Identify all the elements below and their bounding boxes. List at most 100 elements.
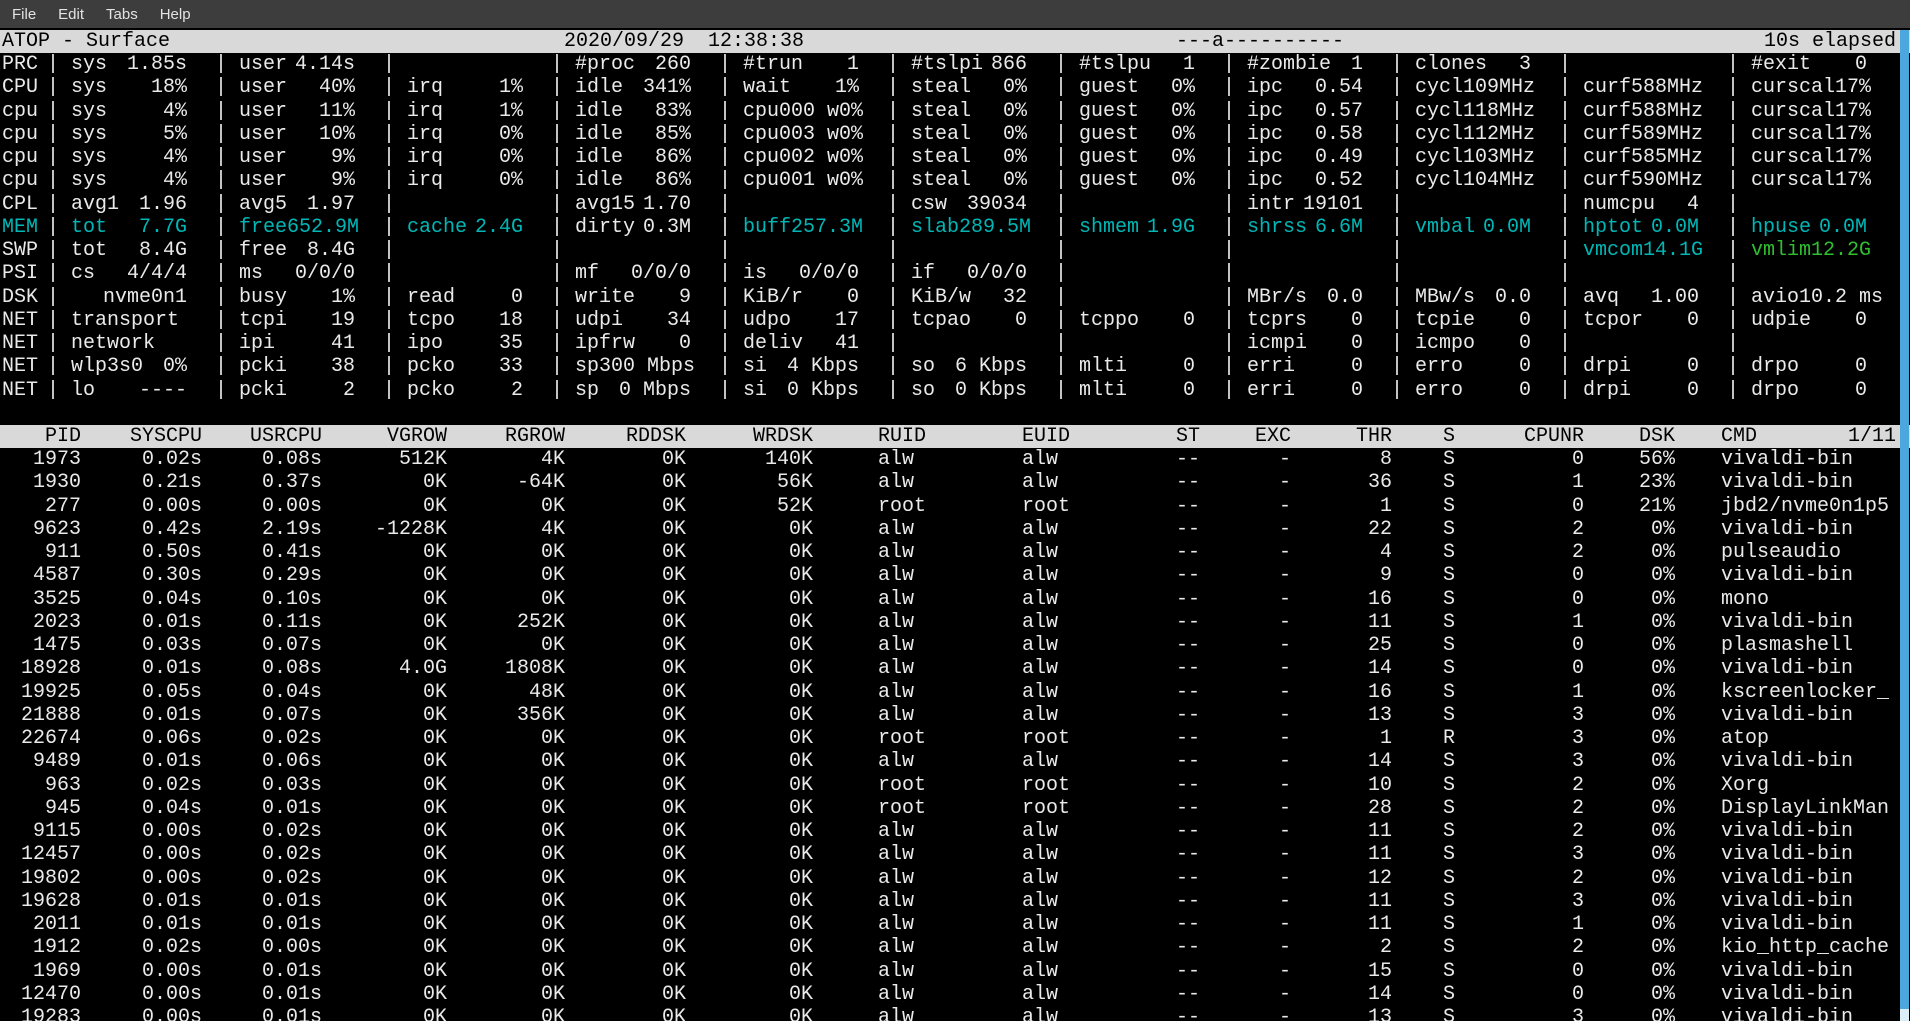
cell-thr: 15 xyxy=(1291,960,1392,984)
metric-key: idle xyxy=(575,76,623,100)
metric-mbr-s: MBr/s0.0 xyxy=(1247,286,1363,310)
metric-value: 0 xyxy=(1855,309,1867,333)
metric-value: 0% xyxy=(499,169,523,193)
cell-pid: 19802 xyxy=(0,867,81,891)
cell-st: -- xyxy=(1130,471,1200,495)
separator: | xyxy=(47,355,59,379)
metric-value: 0 xyxy=(847,286,859,310)
cell-pid: 1969 xyxy=(0,960,81,984)
separator: | xyxy=(383,169,395,193)
metric-cpu001-w: cpu001 w0% xyxy=(743,169,859,193)
cell-rddsk: 0K xyxy=(565,518,686,542)
cell-syscpu: 0.00s xyxy=(81,983,202,1007)
metric-label: NET xyxy=(2,379,38,403)
metric-key: tot xyxy=(71,216,107,240)
cell-dsk: 0% xyxy=(1584,704,1675,728)
process-row-pid-22674: 226740.06s0.02s0K0K0K0Krootroot---1R30%a… xyxy=(0,727,1910,751)
cell-dsk: 0% xyxy=(1584,960,1675,984)
cell-rddsk: 0K xyxy=(565,960,686,984)
cell-cpunr: 3 xyxy=(1455,890,1584,914)
cell-rddsk: 0K xyxy=(565,564,686,588)
metric-key: so xyxy=(911,355,935,379)
separator: | xyxy=(1727,216,1739,240)
metric-value: 589MHz xyxy=(1631,123,1703,147)
process-row-pid-2011: 20110.01s0.01s0K0K0K0Kalwalw---11S10%viv… xyxy=(0,913,1910,937)
cell-cpunr: 3 xyxy=(1455,1006,1584,1021)
cell-wrdsk: 0K xyxy=(686,1006,813,1021)
cell-cpunr: 1 xyxy=(1455,681,1584,705)
metric-label: cpu xyxy=(2,100,38,124)
cell-s: S xyxy=(1392,448,1455,472)
metric-free: free8.4G xyxy=(239,239,355,263)
process-row-pid-19283: 192830.00s0.01s0K0K0K0Kalwalw---13S30%vi… xyxy=(0,1006,1910,1021)
separator: | xyxy=(383,146,395,170)
separator: | xyxy=(1559,262,1571,286)
metric-user: user40% xyxy=(239,76,355,100)
cell-rddsk: 0K xyxy=(565,495,686,519)
metric-value: 341% xyxy=(643,76,691,100)
metric-idle: idle85% xyxy=(575,123,691,147)
metric-label: PSI xyxy=(2,262,38,286)
cell-vgrow: 0K xyxy=(322,867,447,891)
cell-usrcpu: 0.03s xyxy=(202,774,322,798)
cell-vgrow: 0K xyxy=(322,1006,447,1021)
cell-vgrow: 0K xyxy=(322,774,447,798)
metric-curf: curf588MHz xyxy=(1583,100,1699,124)
column-header-rgrow: RGROW xyxy=(447,425,565,448)
scrollbar[interactable] xyxy=(1900,30,1909,1021)
cell-syscpu: 0.03s xyxy=(81,634,202,658)
separator: | xyxy=(1391,355,1403,379)
separator: | xyxy=(1559,100,1571,124)
cell-pid: 2011 xyxy=(0,913,81,937)
metric-key: cpu003 w xyxy=(743,123,839,147)
cell-cmd: vivaldi-bin xyxy=(1721,890,1901,914)
separator: | xyxy=(383,379,395,403)
metric-value: 14.1G xyxy=(1643,239,1703,263)
metric-key: udpie xyxy=(1751,309,1811,333)
metric-key: curscal xyxy=(1751,76,1835,100)
menu-tabs[interactable]: Tabs xyxy=(106,6,138,23)
cell-vgrow: 0K xyxy=(322,634,447,658)
cell-thr: 14 xyxy=(1291,750,1392,774)
metric-value: 0.57 xyxy=(1315,100,1363,124)
metric-ms: ms0/0/0 xyxy=(239,262,355,286)
cell-pid: 911 xyxy=(0,541,81,565)
separator: | xyxy=(1727,309,1739,333)
menu-help[interactable]: Help xyxy=(160,6,191,23)
cell-rgrow: 0K xyxy=(447,727,565,751)
separator: | xyxy=(887,286,899,310)
separator: | xyxy=(215,76,227,100)
metric-key: guest xyxy=(1079,146,1139,170)
metric-value: 0 Kbps xyxy=(955,379,1027,403)
cell-vgrow: 4.0G xyxy=(322,657,447,681)
cell-thr: 25 xyxy=(1291,634,1392,658)
metric-shmem: shmem1.9G xyxy=(1079,216,1195,240)
metric-key: csw xyxy=(911,193,947,217)
metric-irq: irq1% xyxy=(407,76,523,100)
menu-edit[interactable]: Edit xyxy=(58,6,84,23)
cell-rgrow: 0K xyxy=(447,843,565,867)
metric-key: sp xyxy=(575,355,599,379)
metric-key: idle xyxy=(575,146,623,170)
column-header-thr: THR xyxy=(1291,425,1392,448)
column-header-s: S xyxy=(1392,425,1455,448)
cell-ruid: alw xyxy=(878,541,1008,565)
metric-value: 112MHz xyxy=(1463,123,1535,147)
metric-value: 1.70 xyxy=(643,193,691,217)
menu-file[interactable]: File xyxy=(12,6,36,23)
separator: | xyxy=(551,355,563,379)
metric-network: network xyxy=(71,332,187,356)
separator: | xyxy=(47,123,59,147)
separator: | xyxy=(1391,76,1403,100)
cell-wrdsk: 0K xyxy=(686,867,813,891)
metric-value: 4 xyxy=(1687,193,1699,217)
metric-key: vmcom xyxy=(1583,239,1643,263)
metric-irq: irq0% xyxy=(407,169,523,193)
metric-ipc: ipc0.54 xyxy=(1247,76,1363,100)
metric-value: 18% xyxy=(151,76,187,100)
cell-dsk: 0% xyxy=(1584,1006,1675,1021)
cell-syscpu: 0.01s xyxy=(81,657,202,681)
atop-title-bar: ATOP - Surface 2020/09/29 12:38:38 ---a-… xyxy=(0,30,1910,53)
cell-usrcpu: 0.01s xyxy=(202,890,322,914)
cell-s: S xyxy=(1392,890,1455,914)
